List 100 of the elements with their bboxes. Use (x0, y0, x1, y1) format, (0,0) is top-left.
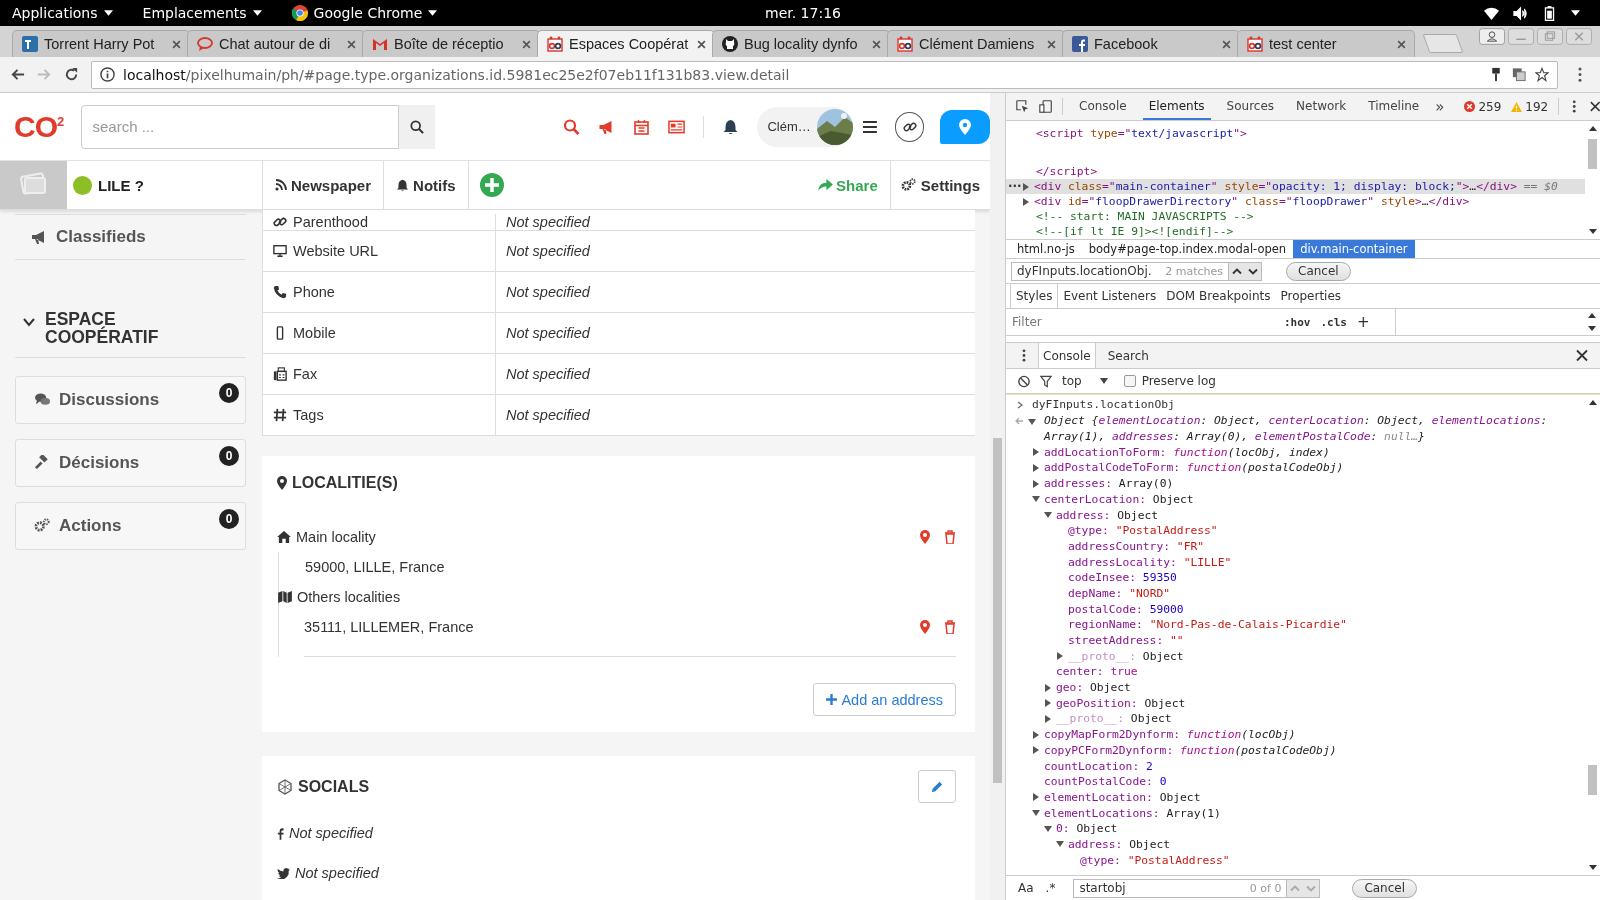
panel-tab[interactable]: Event Listeners (1058, 284, 1162, 308)
browser-tab[interactable]: Clément Damiens (887, 30, 1065, 57)
trash-icon[interactable] (944, 620, 956, 634)
logo[interactable]: CO$^{2}$ (14, 109, 76, 144)
expand-arrow-icon[interactable] (1022, 182, 1030, 191)
add-address-button[interactable]: Add an address (813, 683, 956, 716)
breadcrumb[interactable]: div.main-container (1293, 240, 1415, 258)
scroll-down-icon[interactable] (1588, 865, 1597, 870)
search-field[interactable]: startobj 0 of 0 (1073, 878, 1288, 898)
user-menu[interactable]: Clém… (757, 106, 853, 147)
sidebar-card[interactable]: Décisions 0 (15, 438, 246, 487)
sidebar-link[interactable]: Classifieds (15, 214, 246, 260)
sidebar-card[interactable]: Discussions 0 (15, 375, 246, 424)
devtools-tab[interactable]: Elements (1142, 93, 1211, 120)
collapse-arrow-icon[interactable] (1044, 511, 1052, 519)
section-toggle[interactable]: ESPACE COOPÉRATIF (15, 310, 246, 358)
browser-tab[interactable]: test center (1237, 30, 1415, 57)
close-icon[interactable] (1589, 100, 1600, 113)
dom-node[interactable]: <div id="floopDrawerDirectory" class="floopDrawer" style>…</div> (1034, 195, 1470, 208)
context-dropdown[interactable]: top (1062, 374, 1108, 388)
map-pin-icon[interactable] (919, 620, 931, 634)
preserve-log-checkbox[interactable]: Preserve log (1123, 374, 1216, 388)
close-icon[interactable] (697, 39, 706, 49)
menu-icon[interactable] (1578, 67, 1582, 82)
browser-tab[interactable]: Boîte de réceptio (362, 30, 540, 57)
panel-tab[interactable]: Styles (1010, 284, 1059, 308)
scroll-up-icon[interactable] (1588, 313, 1596, 318)
inspect-icon[interactable] (1016, 99, 1030, 114)
expand-arrow-icon[interactable] (1032, 746, 1040, 755)
expand-arrow-icon[interactable] (1032, 448, 1040, 457)
collapse-arrow-icon[interactable] (1056, 840, 1064, 849)
system-menu[interactable]: Emplacements (142, 5, 262, 21)
system-menu[interactable]: Applications (12, 5, 113, 21)
expand-arrow-icon[interactable] (1044, 699, 1052, 708)
search-icon[interactable] (563, 118, 581, 135)
regex-button[interactable]: .* (1045, 881, 1056, 895)
info-icon[interactable] (100, 67, 115, 82)
caret-icon[interactable] (1571, 10, 1580, 16)
reload-icon[interactable] (64, 67, 79, 82)
star-icon[interactable] (1535, 67, 1549, 82)
browser-tab[interactable]: Chat autour de di (187, 30, 365, 57)
sidebar-card[interactable]: Actions 0 (15, 501, 246, 550)
clear-icon[interactable] (1018, 374, 1030, 388)
dom-node[interactable]: <script type="text/javascript"> (1036, 127, 1247, 140)
gutter-dots[interactable]: ··· (1008, 179, 1022, 194)
devtools-tab[interactable]: Network (1290, 93, 1353, 120)
find-field[interactable]: dyFInputs.locationObj. 2 matches (1011, 261, 1229, 281)
search-button[interactable] (399, 104, 436, 149)
devtools-tab[interactable]: Console (1073, 93, 1133, 120)
expand-arrow-icon[interactable] (1022, 197, 1030, 206)
match-case-button[interactable]: Aa (1018, 881, 1034, 895)
key-icon[interactable] (1489, 67, 1503, 82)
class-button[interactable]: .cls (1320, 315, 1347, 329)
scroll-up-icon[interactable] (1588, 400, 1597, 405)
scroll-down-icon[interactable] (1588, 326, 1596, 331)
devtools-tab[interactable]: Sources (1220, 93, 1281, 120)
cancel-button[interactable]: Cancel (1286, 261, 1351, 281)
dom-node[interactable]: </script> (1036, 165, 1098, 178)
dom-node[interactable]: <!-- start: MAIN JAVASCRIPTS --> (1036, 210, 1254, 223)
warning-count[interactable]: 192 (1511, 99, 1549, 114)
hover-state-button[interactable]: :hov (1284, 315, 1311, 329)
menu-icon[interactable] (862, 120, 877, 133)
newspaper-icon[interactable] (668, 118, 686, 135)
nav-tab[interactable]: Notifs (383, 161, 468, 209)
scroll-down-icon[interactable] (1588, 229, 1597, 234)
profile-icon[interactable] (1479, 28, 1505, 45)
close-icon[interactable] (1576, 349, 1588, 362)
filter-field[interactable]: Filter (1010, 314, 1274, 330)
battery-icon[interactable] (1542, 5, 1557, 21)
scrollbar-thumb[interactable] (993, 438, 1002, 783)
edit-button[interactable] (918, 770, 956, 803)
scrollbar-thumb[interactable] (1588, 765, 1597, 795)
expand-arrow-icon[interactable] (1044, 683, 1052, 692)
trash-icon[interactable] (944, 530, 956, 544)
more-tabs-button[interactable]: » (1435, 97, 1445, 116)
expand-arrow-icon[interactable] (1032, 479, 1040, 488)
bell-icon[interactable] (722, 118, 740, 135)
filter-icon[interactable] (1040, 374, 1052, 388)
browser-tab[interactable]: Torrent Harry Pot (12, 30, 190, 57)
nav-tab[interactable]: Newspaper (262, 161, 384, 209)
expand-arrow-icon[interactable] (1056, 652, 1064, 661)
scroll-up-icon[interactable] (1588, 126, 1597, 131)
drawer-tab[interactable]: Search (1103, 343, 1153, 368)
dom-node[interactable]: <div class="main-container" style="opacity: 1; display: block;">…</div> == $0 (1034, 180, 1558, 193)
new-rule-button[interactable]: + (1357, 313, 1370, 331)
expand-arrow-icon[interactable] (1032, 463, 1040, 472)
breadcrumb[interactable]: html.no-js (1010, 240, 1082, 258)
collapse-arrow-icon[interactable] (1028, 418, 1036, 426)
browser-tab[interactable]: Bug locality dynfo (712, 30, 890, 57)
browser-tab[interactable]: Espaces Coopérat (537, 30, 715, 57)
add-icon[interactable] (479, 173, 504, 197)
browser-tab[interactable]: Facebook (1062, 30, 1240, 57)
drawer-tab[interactable]: Console (1038, 343, 1096, 368)
breadcrumb[interactable]: body#page-top.index.modal-open (1081, 240, 1294, 258)
cancel-button[interactable]: Cancel (1352, 878, 1418, 898)
scrollbar-thumb[interactable] (1588, 139, 1597, 169)
map-pin-button[interactable] (940, 109, 990, 144)
search-field[interactable]: search ... (81, 104, 400, 149)
error-count[interactable]: 259 (1464, 99, 1502, 114)
panel-tab[interactable]: Properties (1275, 284, 1347, 308)
